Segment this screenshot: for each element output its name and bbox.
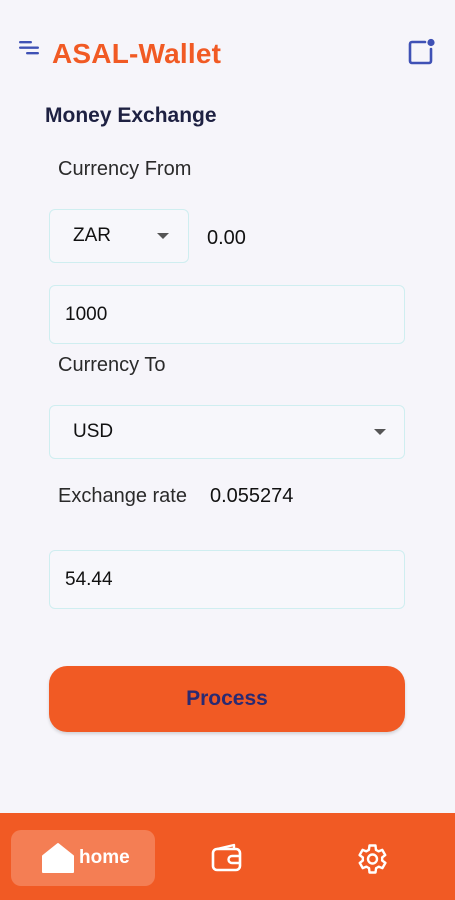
app-header: ASAL-Wallet bbox=[0, 0, 455, 100]
chevron-down-icon bbox=[374, 429, 386, 435]
exchange-rate-label: Exchange rate bbox=[58, 485, 187, 507]
process-button-label: Process bbox=[186, 687, 268, 710]
nav-home-label: home bbox=[79, 847, 130, 868]
chevron-down-icon bbox=[157, 233, 169, 239]
converted-amount-value: 54.44 bbox=[65, 568, 113, 590]
amount-input[interactable]: 1000 bbox=[49, 285, 405, 344]
amount-value: 1000 bbox=[65, 303, 108, 325]
home-icon bbox=[42, 843, 74, 873]
currency-from-select[interactable]: ZAR bbox=[49, 209, 189, 263]
gear-icon[interactable] bbox=[353, 841, 389, 877]
from-balance: 0.00 bbox=[207, 227, 246, 249]
converted-amount-field[interactable]: 54.44 bbox=[49, 550, 405, 609]
currency-to-select[interactable]: USD bbox=[49, 405, 405, 459]
exchange-rate-value: 0.055274 bbox=[210, 485, 294, 507]
section-title: Money Exchange bbox=[45, 104, 217, 127]
currency-from-label: Currency From bbox=[58, 158, 192, 180]
process-button[interactable]: Process bbox=[49, 666, 405, 732]
menu-icon[interactable] bbox=[16, 38, 42, 58]
note-icon[interactable] bbox=[405, 36, 437, 68]
currency-to-value: USD bbox=[73, 421, 114, 442]
currency-from-value: ZAR bbox=[73, 225, 111, 246]
wallet-icon[interactable] bbox=[210, 841, 244, 875]
bottom-nav: home bbox=[0, 813, 455, 900]
currency-to-label: Currency To bbox=[58, 354, 166, 376]
app-title: ASAL-Wallet bbox=[52, 38, 222, 69]
nav-home[interactable]: home bbox=[11, 830, 155, 886]
